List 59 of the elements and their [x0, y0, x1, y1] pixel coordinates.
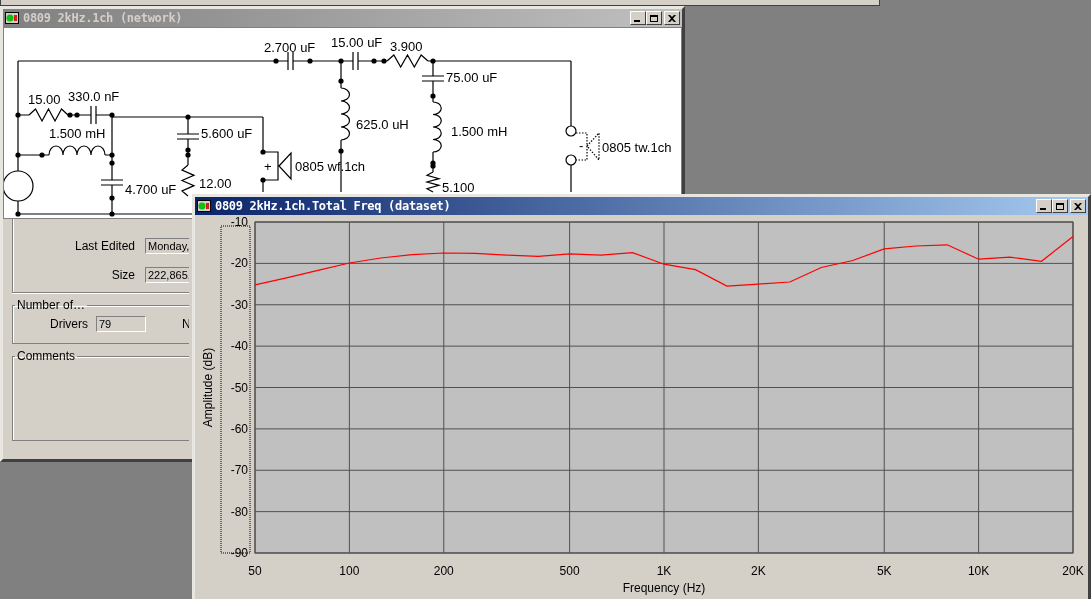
- axis-tick-label: -20: [230, 256, 248, 271]
- group-title: Number of…: [16, 298, 87, 312]
- app-icon: [5, 12, 19, 24]
- close-icon: [668, 14, 676, 22]
- axis-tick-label: -80: [230, 504, 248, 519]
- group-title: Comments: [16, 349, 76, 363]
- component-label: 4.700 uF: [125, 182, 177, 197]
- text-field[interactable]: 79: [96, 316, 146, 332]
- axis-title: Frequency (Hz): [622, 581, 706, 595]
- axis-tick-label: 200: [433, 564, 454, 578]
- axis-tick-label: 1K: [656, 564, 672, 578]
- component-label: -: [579, 138, 584, 153]
- component-label: 5.600 uF: [201, 126, 253, 141]
- field-label: Last Edited: [74, 239, 135, 253]
- axis-tick-label: -70: [230, 463, 248, 478]
- field-label: Size: [111, 268, 135, 282]
- maximize-icon: [1056, 202, 1064, 210]
- component-label: 1.500 mH: [49, 126, 106, 141]
- axis-tick-label: 5K: [876, 564, 892, 578]
- component-label: 1.500 mH: [451, 124, 508, 139]
- window-title: 0809 2kHz.1ch (network): [23, 11, 184, 25]
- component-label: 0805 tw.1ch: [602, 140, 672, 155]
- field-label: Drivers: [50, 317, 88, 331]
- axis-tick-label: -10: [230, 215, 248, 229]
- axis-tick-label: -50: [230, 380, 248, 395]
- app-icon: [197, 200, 211, 212]
- axis-title: Amplitude (dB): [201, 347, 215, 428]
- axis-tick-label: 500: [559, 564, 580, 578]
- text-field[interactable]: 222,865,: [145, 267, 189, 283]
- component-label: 15.00: [28, 92, 61, 107]
- component-label: 15.00 uF: [331, 35, 383, 50]
- text-field[interactable]: Monday,: [145, 238, 189, 254]
- minimize-button[interactable]: [1036, 199, 1052, 213]
- axis-tick-label: -90: [230, 546, 248, 560]
- component-label: 5.100: [442, 180, 475, 195]
- component-label: 12.00: [199, 176, 232, 191]
- component-label: 75.00 uF: [446, 70, 498, 85]
- axis-tick-label: 50: [248, 564, 262, 578]
- axis-tick-label: 20K: [1062, 564, 1084, 578]
- maximize-icon: [650, 14, 658, 22]
- axis-tick-label: -40: [230, 339, 248, 354]
- axis-tick-label: -30: [230, 297, 248, 312]
- axis-tick-label: 10K: [967, 564, 990, 578]
- close-icon: [1074, 202, 1082, 210]
- maximize-button[interactable]: [1052, 199, 1068, 213]
- axis-tick-label: 100: [339, 564, 360, 578]
- axis-tick-label: 2K: [751, 564, 766, 578]
- minimize-button[interactable]: [630, 11, 646, 25]
- component-label: 330.0 nF: [68, 89, 120, 104]
- component-label: 3.900: [390, 39, 423, 54]
- component-label: +: [264, 159, 272, 174]
- component-label: 2.700 uF: [264, 40, 316, 55]
- maximize-button[interactable]: [646, 11, 662, 25]
- window-title: 0809 2kHz.1ch.Total Freq (dataset): [215, 199, 452, 213]
- close-button[interactable]: [664, 11, 680, 25]
- component-label: 625.0 uH: [356, 117, 409, 132]
- axis-tick-label: -60: [230, 421, 248, 436]
- field-label: N: [182, 317, 189, 331]
- close-button[interactable]: [1070, 199, 1086, 213]
